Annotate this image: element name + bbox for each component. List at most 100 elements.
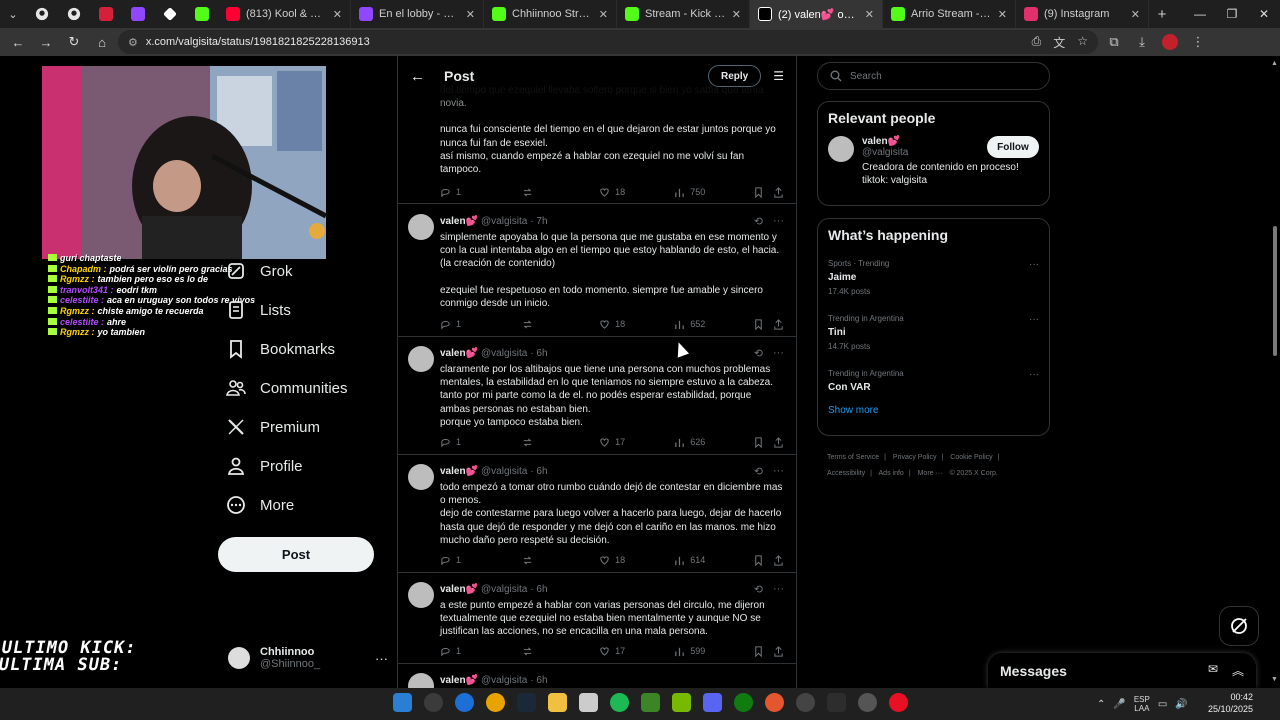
more-dots-icon[interactable]: ··· [773,465,784,478]
like-action[interactable]: 17 [599,437,674,448]
close-tab-icon[interactable]: ✕ [466,8,475,21]
views-action[interactable]: 599 [674,646,753,657]
ads-info-link[interactable]: Ads info [879,470,904,477]
repost-action[interactable] [522,437,599,448]
reply-action[interactable]: 1 [440,187,522,198]
tab-kick-chhiinnoo[interactable]: Chhiinnoo Stream -✕ [484,0,617,28]
author-handle[interactable]: @valgisita [481,348,527,359]
reply-button[interactable]: Reply [708,65,762,87]
close-tab-icon[interactable]: ✕ [333,8,342,21]
tweet-time[interactable]: · 7h [530,216,547,227]
forward-icon[interactable]: → [34,30,58,54]
tweet-time[interactable]: · 6h [530,348,547,359]
page-scrollbar[interactable]: ▲ ▼ [1270,56,1280,688]
post-button[interactable]: Post [218,537,374,572]
tweet-time[interactable]: · 6h [530,584,547,595]
minecraft-icon[interactable] [641,693,660,712]
person-row[interactable]: valen💕 @valgisita Creadora de contenido … [818,134,1049,187]
close-tab-icon[interactable]: ✕ [998,8,1007,21]
terms-link[interactable]: Terms of Service [827,454,879,461]
author-handle[interactable]: @valgisita [481,584,527,595]
close-tab-icon[interactable]: ✕ [865,8,874,21]
cookie-link[interactable]: Cookie Policy [950,454,992,461]
more-dots-icon[interactable]: ··· [375,651,388,666]
repost-action[interactable] [522,319,599,330]
trend-item[interactable]: Trending in Argentina Tini 14.7K posts ·… [818,306,1049,361]
tweet[interactable]: valen💕 @valgisita · 6h [398,664,796,688]
language-indicator[interactable]: ESP LAA [1134,695,1150,713]
tab-search-icon[interactable]: ⌄ [0,1,26,27]
close-tab-icon[interactable]: ✕ [599,8,608,21]
sidebar-item-communities[interactable]: Communities [226,373,348,403]
author-name[interactable]: valen💕 [440,584,478,595]
author-handle[interactable]: @valgisita [481,466,527,477]
back-icon[interactable]: ← [6,30,30,54]
site-info-icon[interactable]: ⚙ [128,36,138,49]
grok-icon[interactable]: ⟲ [754,465,763,478]
views-action[interactable]: 652 [674,319,753,330]
close-tab-icon[interactable]: ✕ [1131,8,1140,21]
install-app-icon[interactable]: ⎙ [1032,34,1042,51]
search-taskbar-icon[interactable] [424,693,443,712]
browser-menu-icon[interactable]: ⋮ [1186,30,1210,54]
author-handle[interactable]: @valgisita [481,675,527,686]
show-more-link[interactable]: Show more [818,401,1049,416]
sidebar-item-profile[interactable]: Profile [226,451,303,481]
reply-action[interactable]: 1 [440,555,522,566]
bookmark-action[interactable] [753,318,773,330]
share-action[interactable] [773,318,784,330]
sidebar-item-bookmarks[interactable]: Bookmarks [226,334,335,364]
address-bar[interactable]: ⚙ x.com/valgisita/status/198182182522813… [118,30,1098,54]
more-dots-icon[interactable]: ··· [1029,314,1039,325]
close-tab-icon[interactable]: ✕ [732,8,741,21]
sidebar-item-premium[interactable]: Premium [226,412,320,442]
trend-item[interactable]: Sports · Trending Jaime 17.4K posts ··· [818,251,1049,306]
expand-icon[interactable]: ︽ [1232,662,1244,679]
reload-icon[interactable]: ↻ [62,30,86,54]
accessibility-link[interactable]: Accessibility [827,470,865,477]
views-action[interactable]: 750 [674,187,753,198]
like-action[interactable]: 18 [599,555,674,566]
pinned-tab-github-2[interactable] [58,0,90,28]
new-message-icon[interactable]: ✉ [1208,662,1218,679]
tab-kick-dashboard[interactable]: Stream - Kick Dashboar✕ [617,0,750,28]
start-windows-icon[interactable] [393,693,412,712]
author-handle[interactable]: @valgisita [481,216,527,227]
pinned-tab-red-app[interactable] [90,0,122,28]
reply-action[interactable]: 1 [440,319,522,330]
settings-sliders-icon[interactable]: ☰ [773,69,784,83]
reply-action[interactable]: 1 [440,646,522,657]
profile-extension-icon[interactable] [1158,30,1182,54]
app-circle-icon[interactable] [796,693,815,712]
repost-action[interactable] [522,555,599,566]
grok-icon[interactable]: ⟲ [754,347,763,360]
extensions-icon[interactable]: ⧉ [1102,30,1126,54]
views-action[interactable]: 626 [674,437,753,448]
privacy-link[interactable]: Privacy Policy [893,454,937,461]
xbox-icon[interactable] [734,693,753,712]
chrome-icon[interactable] [486,693,505,712]
tab-kick-arrio[interactable]: Arrio Stream - Watc✕ [883,0,1016,28]
pinned-tab-github[interactable] [26,0,58,28]
like-action[interactable]: 17 [599,646,674,657]
sidebar-item-more[interactable]: More [226,490,294,520]
share-action[interactable] [773,645,784,657]
close-window-icon[interactable]: ✕ [1248,0,1280,28]
epic-games-icon[interactable] [827,693,846,712]
repost-action[interactable] [522,187,599,198]
store-icon[interactable] [579,693,598,712]
bookmark-star-icon[interactable]: ☆ [1077,34,1088,51]
share-action[interactable] [773,554,784,566]
spotify-icon[interactable] [610,693,629,712]
tab-instagram[interactable]: (9) Instagram ✕ [1016,0,1149,28]
bookmark-action[interactable] [753,436,773,448]
author-name[interactable]: valen💕 [440,466,478,477]
tab-x-post[interactable]: (2) valen💕 on X: "el pr✕ [750,0,883,28]
file-explorer-icon[interactable] [548,693,567,712]
sidebar-item-lists[interactable]: Lists [226,295,291,325]
tab-youtube[interactable]: (813) Kool & The Gang✕ [218,0,351,28]
home-icon[interactable]: ⌂ [90,30,114,54]
more-link[interactable]: More ··· [918,470,943,477]
obs-icon[interactable] [858,693,877,712]
views-action[interactable]: 614 [674,555,753,566]
